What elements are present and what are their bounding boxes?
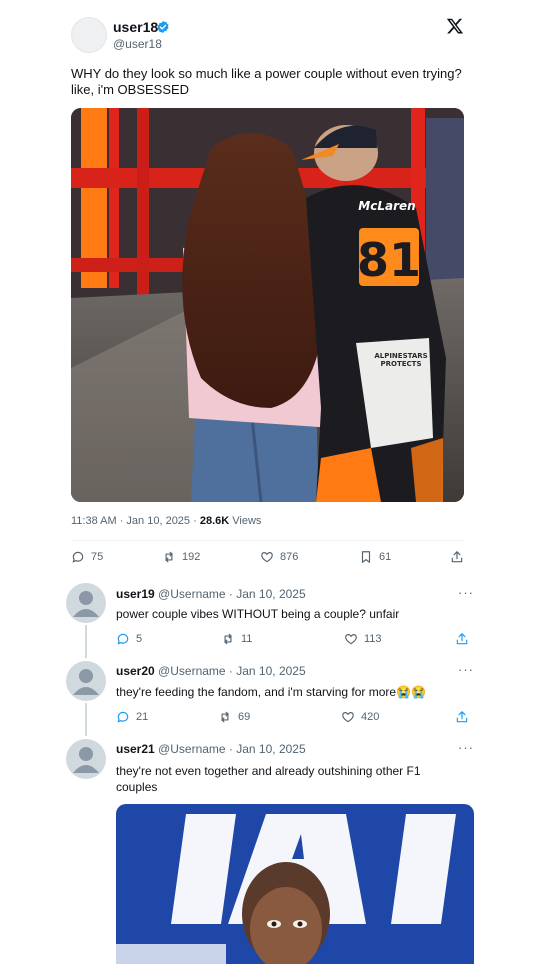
like-count: 876 xyxy=(280,551,299,563)
reply-action[interactable]: 21 xyxy=(116,710,148,724)
reply-meta[interactable]: @Username · Jan 10, 2025 xyxy=(158,664,306,678)
heart-icon xyxy=(342,712,354,723)
verified-badge-icon xyxy=(157,20,169,34)
reply-count: 75 xyxy=(91,551,104,563)
like-count: 420 xyxy=(361,711,380,723)
more-options-icon[interactable]: ··· xyxy=(458,740,474,755)
bookmark-action[interactable]: 61 xyxy=(359,550,391,564)
like-action[interactable]: 113 xyxy=(344,632,382,646)
reply-action[interactable]: 5 xyxy=(116,632,142,646)
tweet-time: 11:38 AM · Jan 10, 2025 · xyxy=(71,515,200,527)
retweet-count: 192 xyxy=(182,551,201,563)
reply-text: they're feeding the fandom, and i'm star… xyxy=(116,685,426,699)
author-username[interactable]: user18 xyxy=(113,19,158,35)
reply-avatar[interactable] xyxy=(66,583,106,623)
heart-icon xyxy=(261,552,273,563)
reply-username[interactable]: user19 xyxy=(116,587,155,601)
retweet-count: 69 xyxy=(238,711,251,723)
reply-text: they're not even together and already ou… xyxy=(116,763,421,795)
retweet-icon xyxy=(224,633,232,645)
tweet-views-count: 28.6K xyxy=(199,515,230,527)
reply-meta[interactable]: @Username · Jan 10, 2025 xyxy=(158,587,306,601)
reply-username[interactable]: user20 xyxy=(116,664,155,678)
reply-icon xyxy=(72,551,84,563)
share-action[interactable] xyxy=(455,632,469,646)
retweet-icon xyxy=(165,551,173,563)
reply-header: user21 @Username · Jan 10, 2025 xyxy=(116,742,306,756)
retweet-action[interactable]: 192 xyxy=(162,550,200,564)
thread-line xyxy=(85,625,87,658)
tweet-text-line-1: WHY do they look so much like a power co… xyxy=(71,66,462,81)
suit-brand: McLaren xyxy=(358,199,415,213)
share-action[interactable] xyxy=(450,550,464,564)
retweet-count: 11 xyxy=(241,633,253,645)
suit-patch-text-2: PROTECTS xyxy=(381,360,422,368)
bookmark-icon xyxy=(361,551,371,563)
reply-photo[interactable] xyxy=(116,804,474,964)
reply-count: 5 xyxy=(136,633,143,645)
divider xyxy=(71,540,464,541)
like-action[interactable]: 420 xyxy=(341,710,379,724)
x-logo-icon[interactable] xyxy=(446,17,464,35)
reply-username[interactable]: user21 xyxy=(116,742,155,756)
reply-text-line-1: they're not even together and already ou… xyxy=(116,764,421,778)
more-options-icon[interactable]: ··· xyxy=(458,662,474,677)
reply-icon xyxy=(117,633,129,645)
like-action[interactable]: 876 xyxy=(260,550,298,564)
suit-number: 81 xyxy=(357,233,421,287)
default-avatar-icon xyxy=(73,591,99,617)
tweet-photo-illustration: 81 McLaren ALPINESTARS PROTECTS xyxy=(71,108,464,502)
retweet-icon xyxy=(221,711,229,723)
author-handle[interactable]: @user18 xyxy=(113,37,162,51)
reply-header: user19 @Username · Jan 10, 2025 xyxy=(116,587,306,601)
share-icon xyxy=(456,711,468,723)
reply-count: 21 xyxy=(136,711,149,723)
reply-avatar[interactable] xyxy=(66,739,106,779)
default-avatar-icon xyxy=(73,669,99,695)
reply-action[interactable]: 75 xyxy=(71,550,103,564)
retweet-action[interactable]: 11 xyxy=(221,632,252,646)
thread-line xyxy=(85,703,87,736)
tweet-timestamp[interactable]: 11:38 AM · Jan 10, 2025 · 28.6K Views xyxy=(71,515,261,527)
reply-text-line-2: couples xyxy=(116,780,158,794)
reply-avatar[interactable] xyxy=(66,661,106,701)
default-avatar-icon xyxy=(73,747,99,773)
reply-header: user20 @Username · Jan 10, 2025 xyxy=(116,664,306,678)
heart-icon xyxy=(345,634,357,645)
reply-meta[interactable]: @Username · Jan 10, 2025 xyxy=(158,742,306,756)
reply-text: power couple vibes WITHOUT being a coupl… xyxy=(116,607,400,621)
reply-icon xyxy=(117,711,129,723)
bookmark-count: 61 xyxy=(379,551,392,563)
share-icon xyxy=(451,551,463,563)
retweet-action[interactable]: 69 xyxy=(218,710,250,724)
tweet-text-line-2: like, i'm OBSESSED xyxy=(71,82,190,97)
author-avatar[interactable] xyxy=(71,17,107,53)
tweet-text: WHY do they look so much like a power co… xyxy=(71,66,471,98)
like-count: 113 xyxy=(364,633,382,645)
share-action[interactable] xyxy=(455,710,469,724)
tweet-photo[interactable]: 81 McLaren ALPINESTARS PROTECTS xyxy=(71,108,464,502)
more-options-icon[interactable]: ··· xyxy=(458,585,474,600)
tweet-views-label: Views xyxy=(229,515,262,527)
suit-patch-text-1: ALPINESTARS xyxy=(374,352,427,360)
reply-photo-illustration xyxy=(116,804,474,964)
share-icon xyxy=(456,633,468,645)
